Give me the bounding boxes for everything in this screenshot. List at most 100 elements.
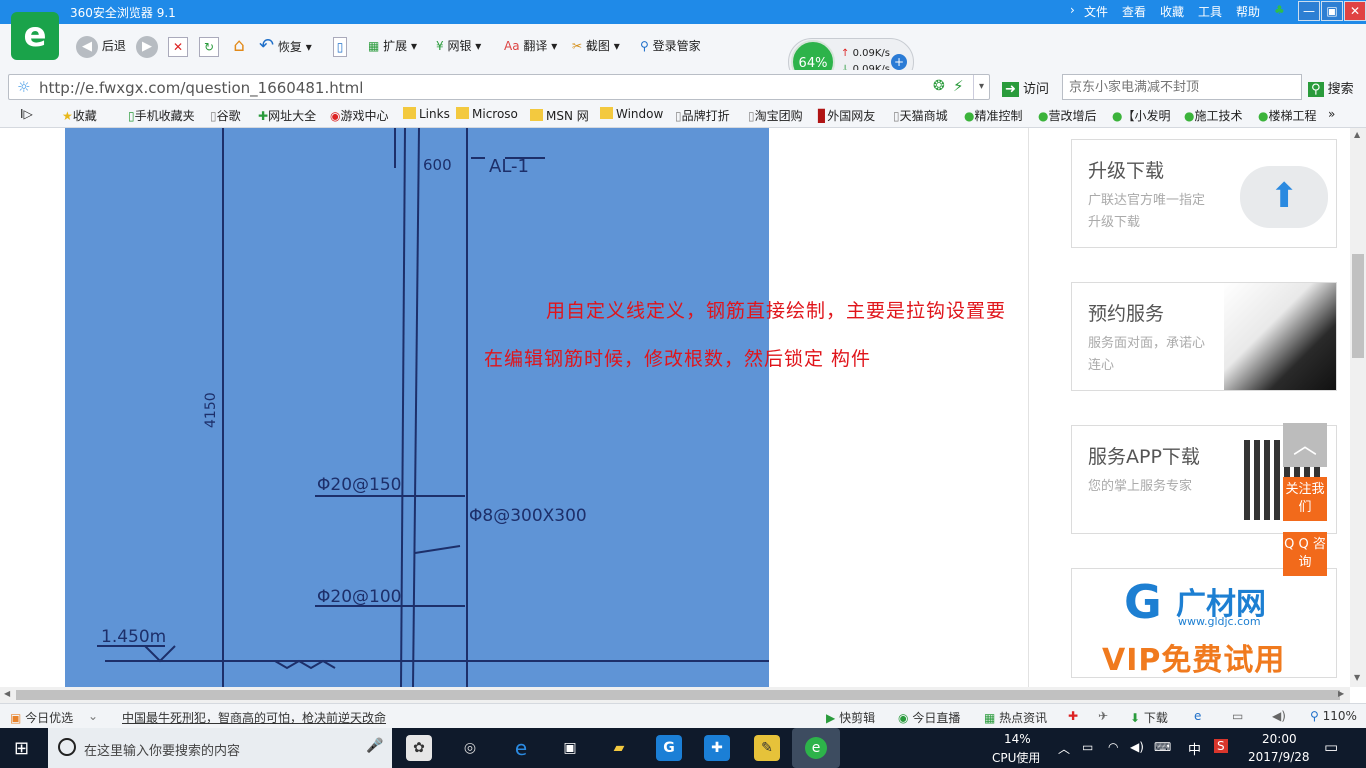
- upgrade-card[interactable]: 升级下载 广联达官方唯一指定升级下载 ⬆: [1071, 139, 1337, 248]
- bookmark-windows[interactable]: Window: [600, 107, 663, 121]
- bookmark-favorites[interactable]: ★收藏: [62, 107, 97, 124]
- restore-button[interactable]: ▣: [1321, 1, 1343, 21]
- scroll-up-icon[interactable]: ▲: [1354, 130, 1360, 139]
- tray-expand-icon[interactable]: ︿: [1058, 740, 1070, 757]
- zoom-control[interactable]: ⚲ 110%: [1310, 709, 1357, 723]
- forward-button[interactable]: ▶: [136, 34, 158, 58]
- collapse-icon[interactable]: ⌄: [88, 709, 98, 723]
- bookmark-taobao[interactable]: ▯淘宝团购: [748, 107, 803, 124]
- task-view-icon[interactable]: ✿: [406, 735, 432, 761]
- bookmark-brand-sale[interactable]: ▯品牌打折: [675, 107, 730, 124]
- refresh-button[interactable]: ↻: [199, 34, 219, 58]
- menu-help[interactable]: 帮助: [1236, 3, 1260, 20]
- dropdown-arrow-icon[interactable]: ▾: [973, 75, 989, 99]
- today-pick-button[interactable]: ▣ 今日优选: [10, 709, 73, 726]
- bookmark-msn[interactable]: MSN 网: [530, 107, 589, 124]
- back-button[interactable]: ◀ 后退: [76, 34, 126, 58]
- horizontal-scrollbar[interactable]: ◀ ▶: [0, 687, 1350, 703]
- store-icon[interactable]: ▣: [557, 735, 583, 761]
- battery-icon[interactable]: ▭: [1082, 740, 1093, 754]
- ie-icon[interactable]: e: [1194, 709, 1201, 723]
- security-shield-icon[interactable]: ✚: [1068, 709, 1078, 723]
- ime-indicator[interactable]: 中: [1188, 739, 1201, 758]
- active-browser-icon[interactable]: e: [792, 728, 840, 768]
- vertical-scroll-thumb[interactable]: [1352, 254, 1364, 358]
- bookmark-tmall[interactable]: ▯天猫商城: [893, 107, 948, 124]
- minimize-button[interactable]: —: [1298, 1, 1320, 21]
- lightning-icon[interactable]: ⚡: [953, 77, 964, 95]
- microphone-icon[interactable]: 🎤: [366, 738, 383, 754]
- stop-button[interactable]: ✕: [168, 34, 188, 58]
- bookmark-sites[interactable]: ✚网址大全: [258, 107, 316, 124]
- pin-icon[interactable]: ✈: [1098, 709, 1108, 723]
- download-button[interactable]: ⬇ 下载: [1130, 709, 1168, 726]
- address-bar[interactable]: ☼ http://e.fwxgx.com/question_1660481.ht…: [8, 74, 990, 100]
- netbank-button[interactable]: ¥ 网银 ▾: [436, 34, 481, 58]
- keyboard-icon[interactable]: ⌨: [1154, 740, 1171, 754]
- search-button[interactable]: ⚲ 搜索: [1308, 78, 1354, 97]
- live-button[interactable]: ◉ 今日直播: [898, 709, 960, 726]
- menu-file[interactable]: 文件: [1084, 3, 1108, 20]
- browser-logo-icon[interactable]: e: [11, 12, 59, 60]
- bookmark-games[interactable]: ◉游戏中心: [330, 107, 389, 124]
- screenshot-button[interactable]: ✂ 截图 ▾: [572, 34, 620, 58]
- url-text[interactable]: http://e.fwxgx.com/question_1660481.html: [39, 79, 363, 97]
- sidebar-toggle-icon[interactable]: I▷: [20, 107, 33, 121]
- bookmark-precise[interactable]: ●精准控制: [964, 107, 1023, 124]
- clock-date[interactable]: 2017/9/28: [1248, 750, 1310, 764]
- clock-time[interactable]: 20:00: [1262, 732, 1297, 746]
- speaker-icon[interactable]: ◀): [1130, 740, 1144, 754]
- home-button[interactable]: ⌂: [229, 34, 249, 58]
- hot-news-button[interactable]: ▦ 热点资讯: [984, 709, 1047, 726]
- bookmark-tax[interactable]: ●营改增后: [1038, 107, 1097, 124]
- sogou-ime-icon[interactable]: S: [1214, 739, 1228, 753]
- restore-tab-button[interactable]: ↶ 恢复 ▾: [259, 34, 312, 58]
- edge-icon[interactable]: e: [508, 735, 534, 761]
- notes-icon[interactable]: ✎: [754, 735, 780, 761]
- bookmark-stairs[interactable]: ●楼梯工程: [1258, 107, 1317, 124]
- scroll-down-icon[interactable]: ▼: [1354, 673, 1360, 682]
- bookmark-construction[interactable]: ●施工技术: [1184, 107, 1243, 124]
- skin-icon[interactable]: ♣: [1274, 3, 1285, 17]
- window-icon[interactable]: ▭: [1232, 709, 1243, 723]
- login-manager-button[interactable]: ⚲ 登录管家: [640, 34, 701, 58]
- vertical-scrollbar[interactable]: ▲ ▼: [1350, 128, 1366, 687]
- ad-card[interactable]: G 广材网 www.gldjc.com VIP免费试用: [1071, 568, 1337, 678]
- accelerate-icon[interactable]: +: [891, 54, 907, 70]
- bookmark-mobile[interactable]: ▯手机收藏夹: [128, 107, 195, 124]
- quick-clip-button[interactable]: ▶ 快剪辑: [826, 709, 875, 726]
- translate-button[interactable]: Aa 翻译 ▾: [504, 34, 557, 58]
- visit-button[interactable]: ➜ 访问: [1002, 78, 1049, 97]
- search-input[interactable]: [1062, 74, 1302, 100]
- volume-icon[interactable]: ◀): [1272, 709, 1286, 723]
- booking-card[interactable]: 预约服务 服务面对面，承诺心连心: [1071, 282, 1337, 391]
- scroll-right-icon[interactable]: ▶: [1338, 689, 1344, 698]
- news-link[interactable]: 中国最牛死刑犯，智商高的可怕，枪决前逆天改命: [122, 709, 386, 726]
- follow-us-button[interactable]: 关注我们: [1283, 477, 1327, 521]
- security-icon[interactable]: ❂: [933, 78, 945, 94]
- bookmark-microsoft[interactable]: Microso: [456, 107, 518, 121]
- browser-360-icon[interactable]: ◎: [457, 735, 483, 761]
- chevron-right-icon[interactable]: ›: [1070, 3, 1075, 17]
- menu-favorites[interactable]: 收藏: [1160, 3, 1184, 20]
- horizontal-scroll-thumb[interactable]: [16, 690, 1340, 700]
- wifi-icon[interactable]: ◠: [1108, 740, 1118, 754]
- scroll-left-icon[interactable]: ◀: [4, 689, 10, 698]
- bookmark-foreign[interactable]: ▊外国网友: [818, 107, 875, 124]
- menu-view[interactable]: 查看: [1122, 3, 1146, 20]
- taskbar-search[interactable]: 在这里输入你要搜索的内容 🎤: [48, 728, 392, 768]
- glodon-service-icon[interactable]: ✚: [704, 735, 730, 761]
- more-bookmarks-icon[interactable]: »: [1328, 107, 1335, 121]
- glodon-icon[interactable]: G: [656, 735, 682, 761]
- bookmark-invention[interactable]: ●【小发明: [1112, 107, 1171, 124]
- windows-start-icon[interactable]: ⊞: [14, 738, 29, 759]
- close-button[interactable]: ✕: [1344, 1, 1366, 21]
- qq-consult-button[interactable]: Q Q 咨询: [1283, 532, 1327, 576]
- back-to-top-button[interactable]: ︿: [1283, 423, 1327, 467]
- bookmark-google[interactable]: ▯谷歌: [210, 107, 241, 124]
- notifications-icon[interactable]: ▭: [1324, 738, 1338, 756]
- extensions-button[interactable]: ▦ 扩展 ▾: [368, 34, 417, 58]
- file-explorer-icon[interactable]: ▰: [606, 735, 632, 761]
- phone-button[interactable]: ▯: [333, 34, 347, 58]
- menu-tools[interactable]: 工具: [1198, 3, 1222, 20]
